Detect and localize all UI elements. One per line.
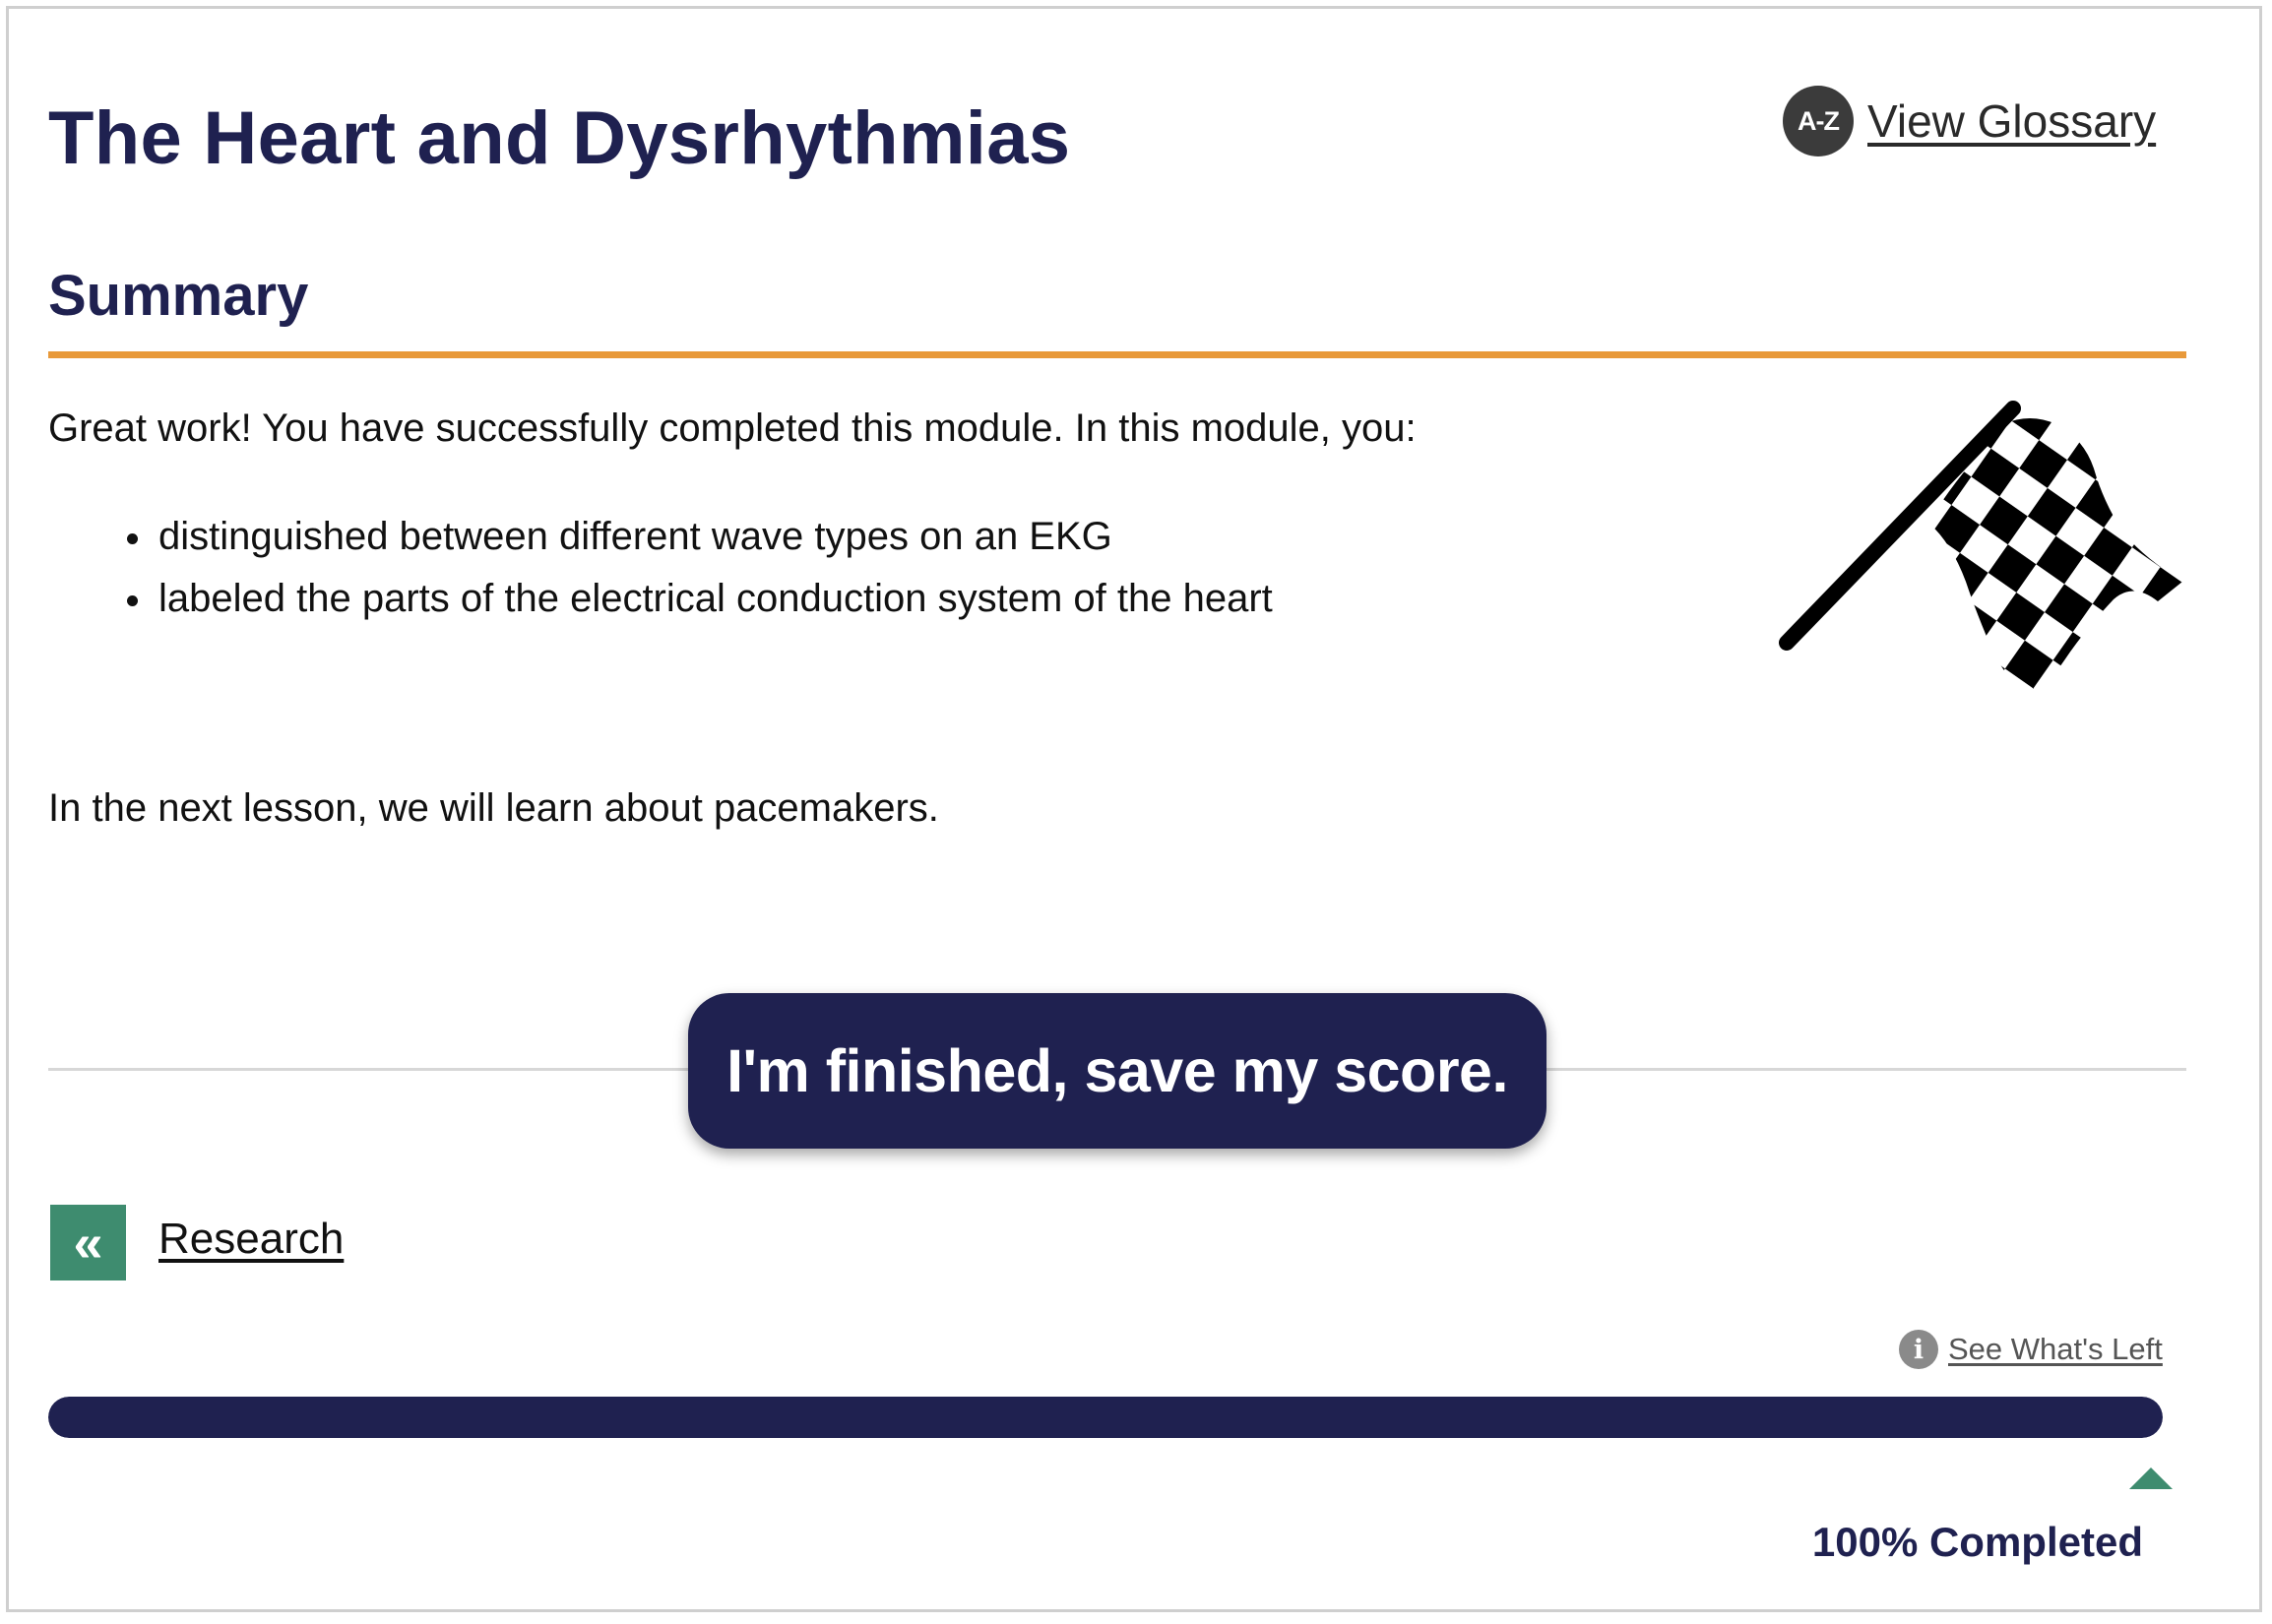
progress-bar	[48, 1397, 2163, 1438]
save-score-button[interactable]: I'm finished, save my score.	[688, 993, 1546, 1149]
summary-heading: Summary	[48, 264, 309, 328]
view-glossary-label[interactable]: View Glossary	[1867, 94, 2156, 148]
glossary-az-icon: A-Z	[1783, 86, 1854, 156]
progress-bar-fill	[48, 1397, 2163, 1438]
view-glossary-link[interactable]: A-Z View Glossary	[1783, 86, 2156, 156]
double-chevron-left-icon: «	[73, 1213, 103, 1273]
progress-marker-icon	[2129, 1468, 2173, 1489]
progress-label: 100% Completed	[1811, 1519, 2143, 1565]
list-item: labeled the parts of the electrical cond…	[48, 568, 1273, 630]
module-frame: The Heart and Dysrhythmias A-Z View Glos…	[6, 6, 2262, 1612]
see-whats-left-link[interactable]: i See What's Left	[1899, 1330, 2163, 1369]
back-button[interactable]: «	[50, 1205, 126, 1280]
summary-intro: Great work! You have successfully comple…	[48, 406, 1417, 450]
summary-list: distinguished between different wave typ…	[48, 506, 1273, 630]
info-icon: i	[1899, 1330, 1938, 1369]
checkered-flag-icon	[1779, 401, 2182, 690]
section-divider	[48, 351, 2186, 358]
next-lesson-text: In the next lesson, we will learn about …	[48, 786, 939, 830]
page-title: The Heart and Dysrhythmias	[48, 96, 1071, 180]
back-link-research[interactable]: Research	[158, 1215, 344, 1264]
list-item: distinguished between different wave typ…	[48, 506, 1273, 568]
see-whats-left-label[interactable]: See What's Left	[1948, 1332, 2163, 1367]
